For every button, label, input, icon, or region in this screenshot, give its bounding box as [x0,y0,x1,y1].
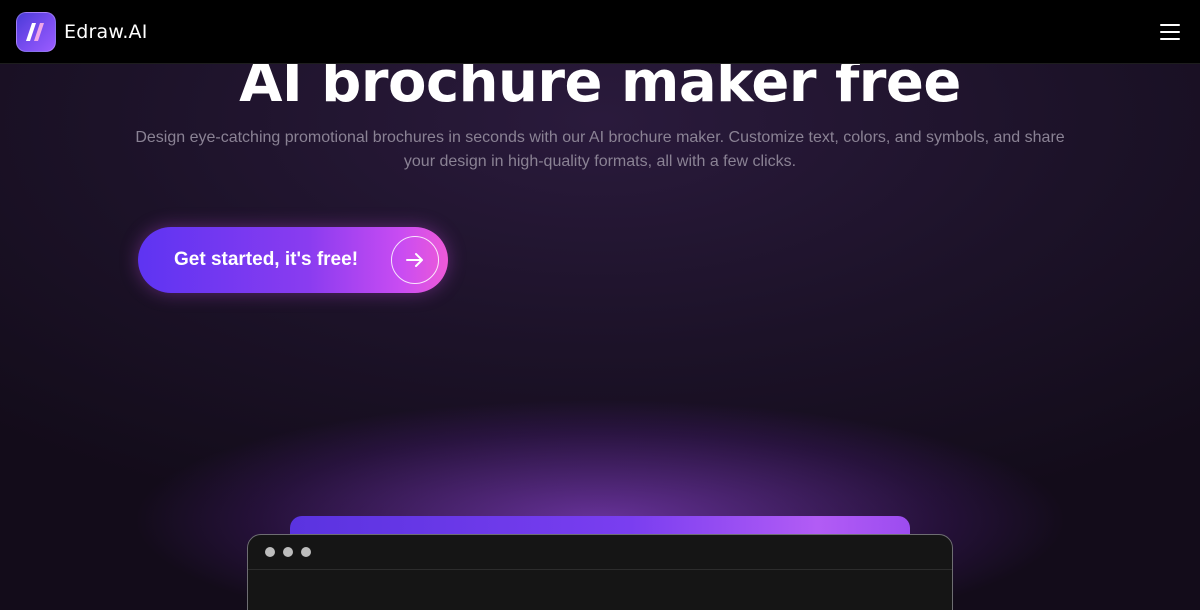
get-started-label: Get started, it's free! [174,249,359,270]
arrow-right-icon [391,236,439,284]
preview-window [247,534,953,610]
window-dot-icon [301,547,311,557]
landing-page: Edraw.AI AI brochure maker free Design e… [0,0,1200,610]
get-started-button[interactable]: Get started, it's free! [138,227,448,293]
hamburger-menu-icon[interactable] [1160,20,1184,44]
site-header: Edraw.AI [0,0,1200,64]
window-dot-icon [283,547,293,557]
edraw-logo-icon[interactable] [16,11,56,52]
menu-line [1160,30,1180,33]
preview-window-titlebar [248,535,952,570]
logo-glyph [26,22,44,41]
window-dot-icon [265,547,275,557]
menu-line [1160,37,1180,40]
menu-line [1160,23,1180,26]
hero-subtitle: Design eye-catching promotional brochure… [135,129,1065,170]
brand-name[interactable]: Edraw.AI [64,21,148,43]
